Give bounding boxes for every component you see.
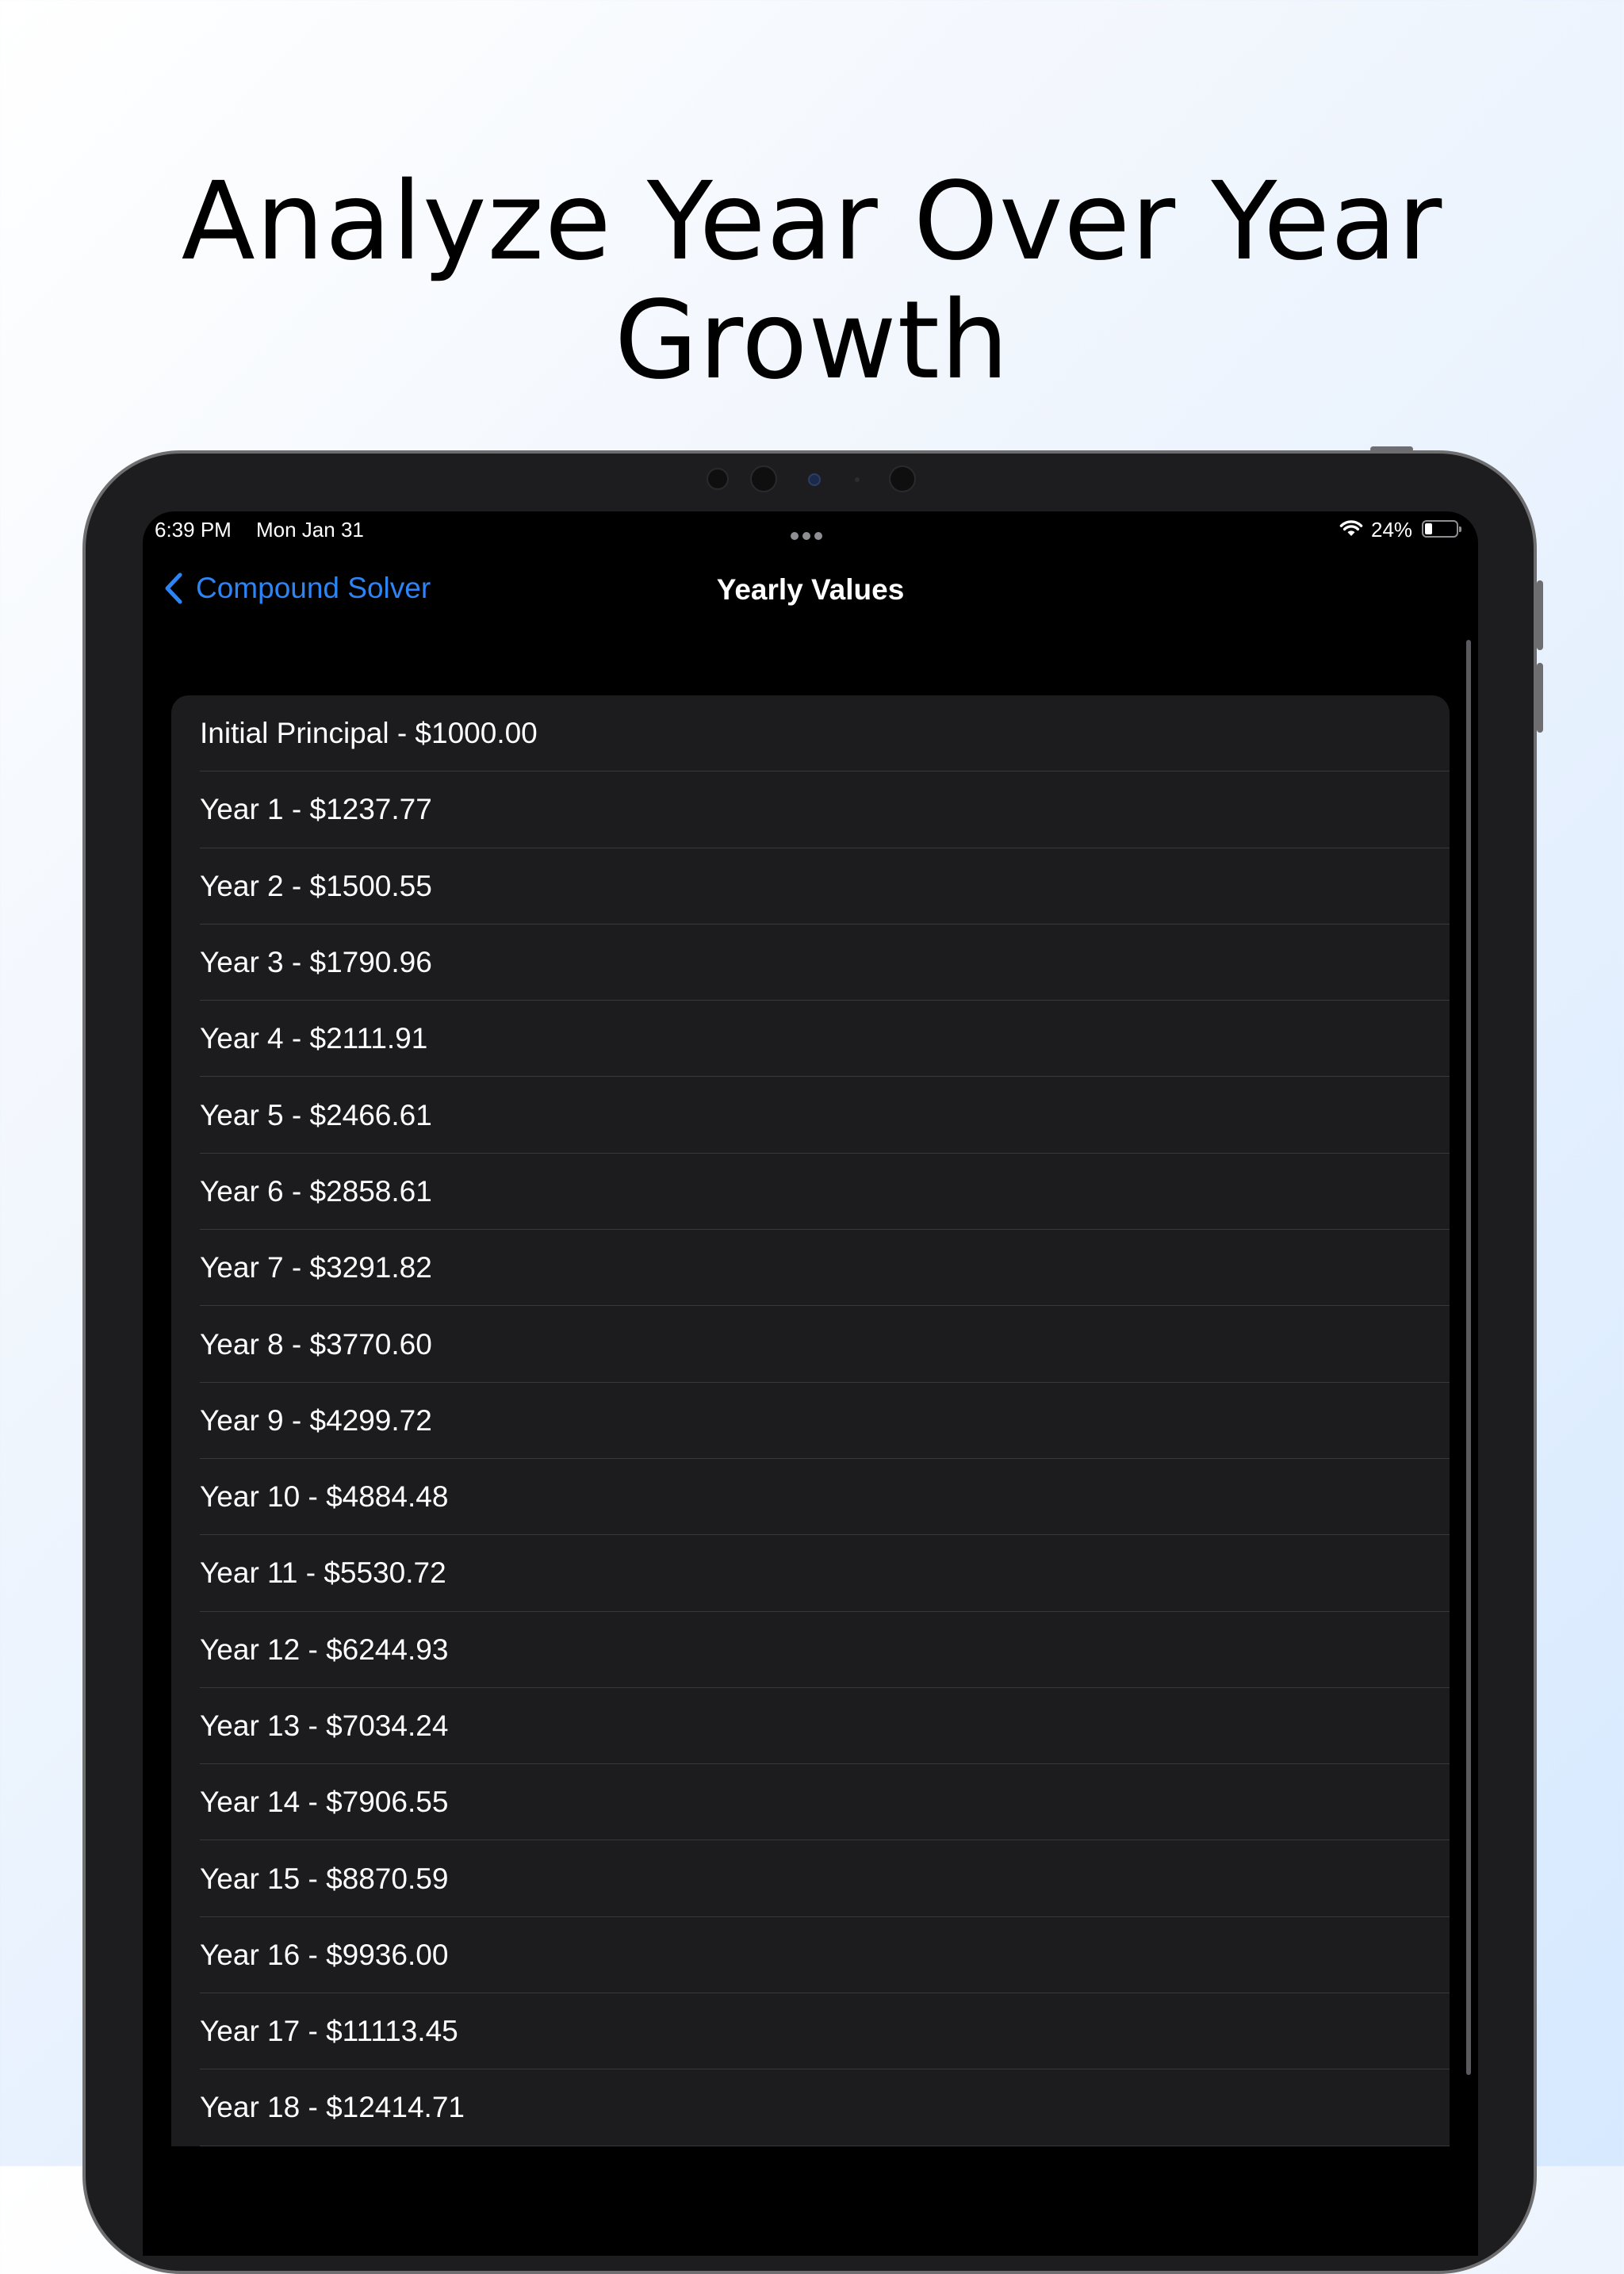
multitasking-dots-icon[interactable]	[791, 532, 822, 540]
list-item[interactable]: Year 3 - $1790.96	[171, 925, 1450, 1001]
headline-line-1: Analyze Year Over Year	[181, 159, 1443, 285]
battery-percent: 24%	[1371, 518, 1413, 542]
list-item[interactable]: Year 9 - $4299.72	[171, 1383, 1450, 1460]
battery-icon	[1422, 520, 1461, 538]
status-date: Mon Jan 31	[256, 518, 364, 542]
sensor-dot	[855, 477, 860, 482]
scroll-indicator[interactable]	[1466, 640, 1471, 2075]
yearly-values-list: Initial Principal - $1000.00 Year 1 - $12…	[171, 695, 1450, 2146]
list-item[interactable]: Year 8 - $3770.60	[171, 1306, 1450, 1383]
status-bar: 6:39 PM Mon Jan 31 24%	[143, 511, 1478, 551]
list-item[interactable]: Year 14 - $7906.55	[171, 1764, 1450, 1841]
sensor-dot	[889, 465, 916, 492]
marketing-headline: Analyze Year Over Year Growth	[0, 163, 1624, 400]
list-item[interactable]: Year 16 - $9936.00	[171, 1917, 1450, 1994]
device-volume-down-button	[1537, 663, 1543, 733]
list-item[interactable]: Year 13 - $7034.24	[171, 1688, 1450, 1765]
wifi-icon	[1339, 520, 1363, 536]
list-item[interactable]: Year 18 - $12414.71	[171, 2069, 1450, 2146]
front-camera	[808, 473, 821, 486]
battery-fill	[1425, 523, 1432, 534]
list-item[interactable]: Initial Principal - $1000.00	[171, 695, 1450, 772]
device-volume-up-button	[1537, 580, 1543, 650]
list-item[interactable]: Year 11 - $5530.72	[171, 1535, 1450, 1612]
page-title: Yearly Values	[716, 573, 905, 606]
sensor-dot	[707, 468, 729, 490]
list-item[interactable]: Year 17 - $11113.45	[171, 1993, 1450, 2070]
sensor-dot	[750, 465, 777, 492]
list-item[interactable]: Year 2 - $1500.55	[171, 848, 1450, 925]
list-item[interactable]: Year 12 - $6244.93	[171, 1612, 1450, 1689]
list-item[interactable]: Year 1 - $1237.77	[171, 771, 1450, 848]
status-time: 6:39 PM	[155, 518, 232, 542]
navigation-bar: Compound Solver Yearly Values	[143, 551, 1478, 626]
headline-line-2: Growth	[614, 278, 1010, 404]
list-item[interactable]: Year 4 - $2111.91	[171, 1001, 1450, 1078]
list-item[interactable]: Year 10 - $4884.48	[171, 1459, 1450, 1536]
list-item[interactable]: Year 5 - $2466.61	[171, 1077, 1450, 1154]
list-item[interactable]: Year 15 - $8870.59	[171, 1840, 1450, 1918]
list-item[interactable]: Year 7 - $3291.82	[171, 1230, 1450, 1307]
device-screen: 6:39 PM Mon Jan 31 24% Compound Solver Y…	[143, 511, 1478, 2256]
list-item[interactable]: Year 6 - $2858.61	[171, 1154, 1450, 1231]
